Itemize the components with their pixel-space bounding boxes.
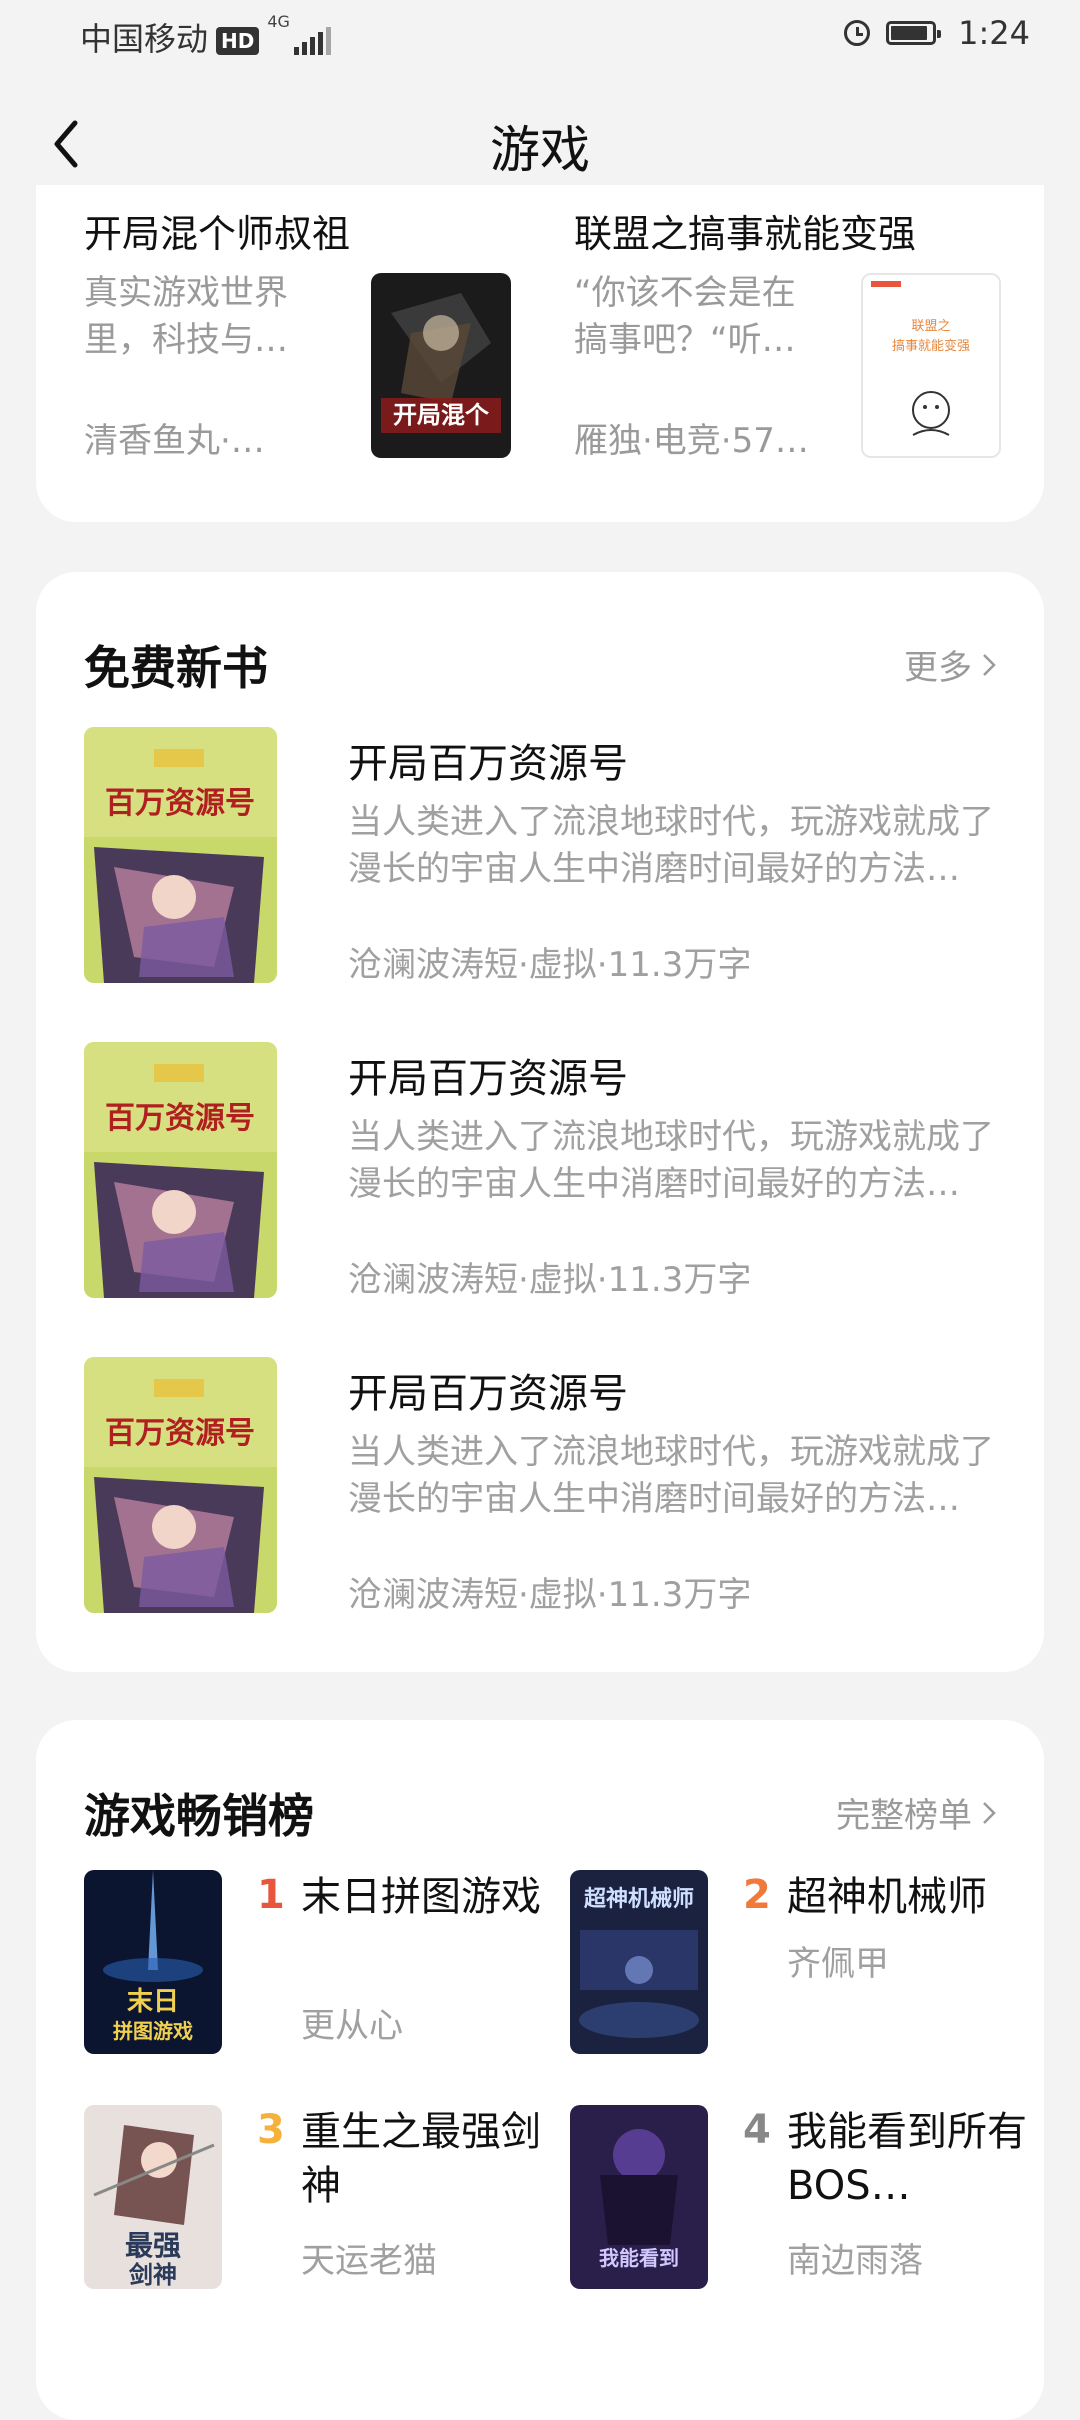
book-title: 末日拼图游戏 [301, 1874, 541, 1920]
page-title: 游戏 [490, 121, 590, 179]
book-title: 开局百万资源号 [348, 1371, 628, 1417]
book-list-item[interactable]: 百万资源号 开局百万资源号 当人类进入了流浪地球时代，玩游戏就成了漫长的宇宙人生… [84, 727, 996, 987]
full-ranking-link[interactable]: 完整榜单 [836, 1788, 996, 1837]
book-description: 当人类进入了流浪地球时代，玩游戏就成了漫长的宇宙人生中消磨时间最好的方法… [348, 802, 994, 889]
book-cover-image: 末日 拼图游戏 [84, 1870, 222, 2054]
book-author: 齐佩甲 [787, 1944, 889, 1984]
carrier-info: 中国移动 HD 4G [80, 14, 331, 60]
section-title: 游戏畅销榜 [84, 1789, 314, 1843]
book-cover-image: 联盟之 搞事就能变强 [861, 273, 1001, 458]
rank-number: 3 [257, 2107, 285, 2153]
free-new-books-card: 免费新书 更多 百万资源号 开局百万资源号 当人类进入了流浪地球时代，玩游戏就成… [36, 572, 1044, 1672]
battery-icon [886, 21, 942, 45]
book-cover-image: 百万资源号 [84, 1042, 277, 1298]
book-card[interactable]: 联盟之搞事就能变强 “你该不会是在搞事吧？“听… 雁独·电竞·57… 联盟之 搞… [574, 185, 1044, 485]
book-description: “你该不会是在搞事吧？“听… [574, 273, 796, 360]
svg-text:搞事就能变强: 搞事就能变强 [892, 338, 970, 353]
svg-text:剑神: 剑神 [128, 2261, 177, 2289]
book-title: 联盟之搞事就能变强 [574, 212, 917, 256]
signal-icon [293, 27, 331, 55]
svg-text:末日: 末日 [127, 1987, 179, 2016]
book-title: 开局百万资源号 [348, 741, 628, 787]
book-title: 重生之最强剑神 [301, 2109, 541, 2209]
book-description: 真实游戏世界里，科技与… [84, 273, 288, 360]
svg-text:开局混个: 开局混个 [393, 402, 490, 429]
rank-number: 1 [257, 1872, 285, 1918]
svg-text:超神机械师: 超神机械师 [584, 1886, 694, 1911]
section-title: 免费新书 [84, 641, 268, 695]
svg-text:联盟之: 联盟之 [911, 318, 950, 333]
chevron-right-icon [983, 653, 996, 676]
svg-text:百万资源号: 百万资源号 [105, 787, 255, 820]
book-author: 清香鱼丸·… [84, 421, 265, 461]
svg-text:百万资源号: 百万资源号 [105, 1102, 255, 1135]
book-title: 开局混个师叔祖 [84, 212, 351, 256]
book-author: 雁独·电竞·57… [574, 421, 809, 461]
book-title: 我能看到所有BOS… [787, 2109, 1027, 2209]
book-author: 更从心 [301, 2006, 403, 2046]
book-list-item[interactable]: 百万资源号 开局百万资源号 当人类进入了流浪地球时代，玩游戏就成了漫长的宇宙人生… [84, 1042, 996, 1302]
book-description: 当人类进入了流浪地球时代，玩游戏就成了漫长的宇宙人生中消磨时间最好的方法… [348, 1117, 994, 1204]
book-cover-image: 最强 剑神 [84, 2105, 222, 2289]
book-cover-image: 超神机械师 [570, 1870, 708, 2054]
more-label: 完整榜单 [836, 1796, 972, 1836]
book-description: 当人类进入了流浪地球时代，玩游戏就成了漫长的宇宙人生中消磨时间最好的方法… [348, 1432, 994, 1519]
book-cover-image: 百万资源号 [84, 1357, 277, 1613]
book-list-item[interactable]: 百万资源号 开局百万资源号 当人类进入了流浪地球时代，玩游戏就成了漫长的宇宙人生… [84, 1357, 996, 1617]
more-link[interactable]: 更多 [904, 640, 996, 689]
alarm-icon [844, 20, 871, 46]
svg-text:最强: 最强 [125, 2231, 181, 2262]
book-author: 天运老猫 [301, 2241, 437, 2281]
book-meta: 沧澜波涛短·虚拟·11.3万字 [348, 1260, 752, 1300]
ranking-item[interactable]: 末日 拼图游戏 1 末日拼图游戏 更从心 [84, 1870, 544, 2060]
book-cover-image: 我能看到 [570, 2105, 708, 2289]
svg-text:百万资源号: 百万资源号 [105, 1417, 255, 1450]
book-author: 南边雨落 [787, 2241, 923, 2281]
book-cover-image: 百万资源号 [84, 727, 277, 983]
ranking-item[interactable]: 我能看到 4 我能看到所有BOS… 南边雨落 [570, 2105, 1030, 2295]
book-cover-image: 开局混个 [371, 273, 511, 458]
top-recommend-card: 开局混个师叔祖 真实游戏世界里，科技与… 清香鱼丸·… 开局混个 联盟之搞事就能… [36, 185, 1044, 522]
rank-number: 4 [743, 2107, 771, 2153]
more-label: 更多 [904, 648, 972, 688]
network-type: 4G [267, 12, 290, 31]
book-meta: 沧澜波涛短·虚拟·11.3万字 [348, 945, 752, 985]
chevron-right-icon [983, 1801, 996, 1824]
book-title: 开局百万资源号 [348, 1056, 628, 1102]
book-card[interactable]: 开局混个师叔祖 真实游戏世界里，科技与… 清香鱼丸·… 开局混个 [84, 185, 554, 485]
ranking-item[interactable]: 最强 剑神 3 重生之最强剑神 天运老猫 [84, 2105, 544, 2295]
hd-icon: HD [216, 27, 260, 55]
svg-text:拼图游戏: 拼图游戏 [113, 2019, 193, 2043]
ranking-item[interactable]: 超神机械师 2 超神机械师 齐佩甲 [570, 1870, 1030, 2060]
clock-time: 1:24 [958, 14, 1030, 52]
carrier-label: 中国移动 [80, 20, 209, 58]
rank-number: 2 [743, 1872, 771, 1918]
bestseller-ranking-card: 游戏畅销榜 完整榜单 末日 拼图游戏 1 末日拼图游戏 更从心 超神机械师 2 … [36, 1720, 1044, 2420]
status-bar: 中国移动 HD 4G 1:24 [0, 0, 1080, 70]
svg-text:我能看到: 我能看到 [599, 2246, 679, 2270]
book-meta: 沧澜波涛短·虚拟·11.3万字 [348, 1575, 752, 1615]
book-title: 超神机械师 [787, 1874, 987, 1920]
